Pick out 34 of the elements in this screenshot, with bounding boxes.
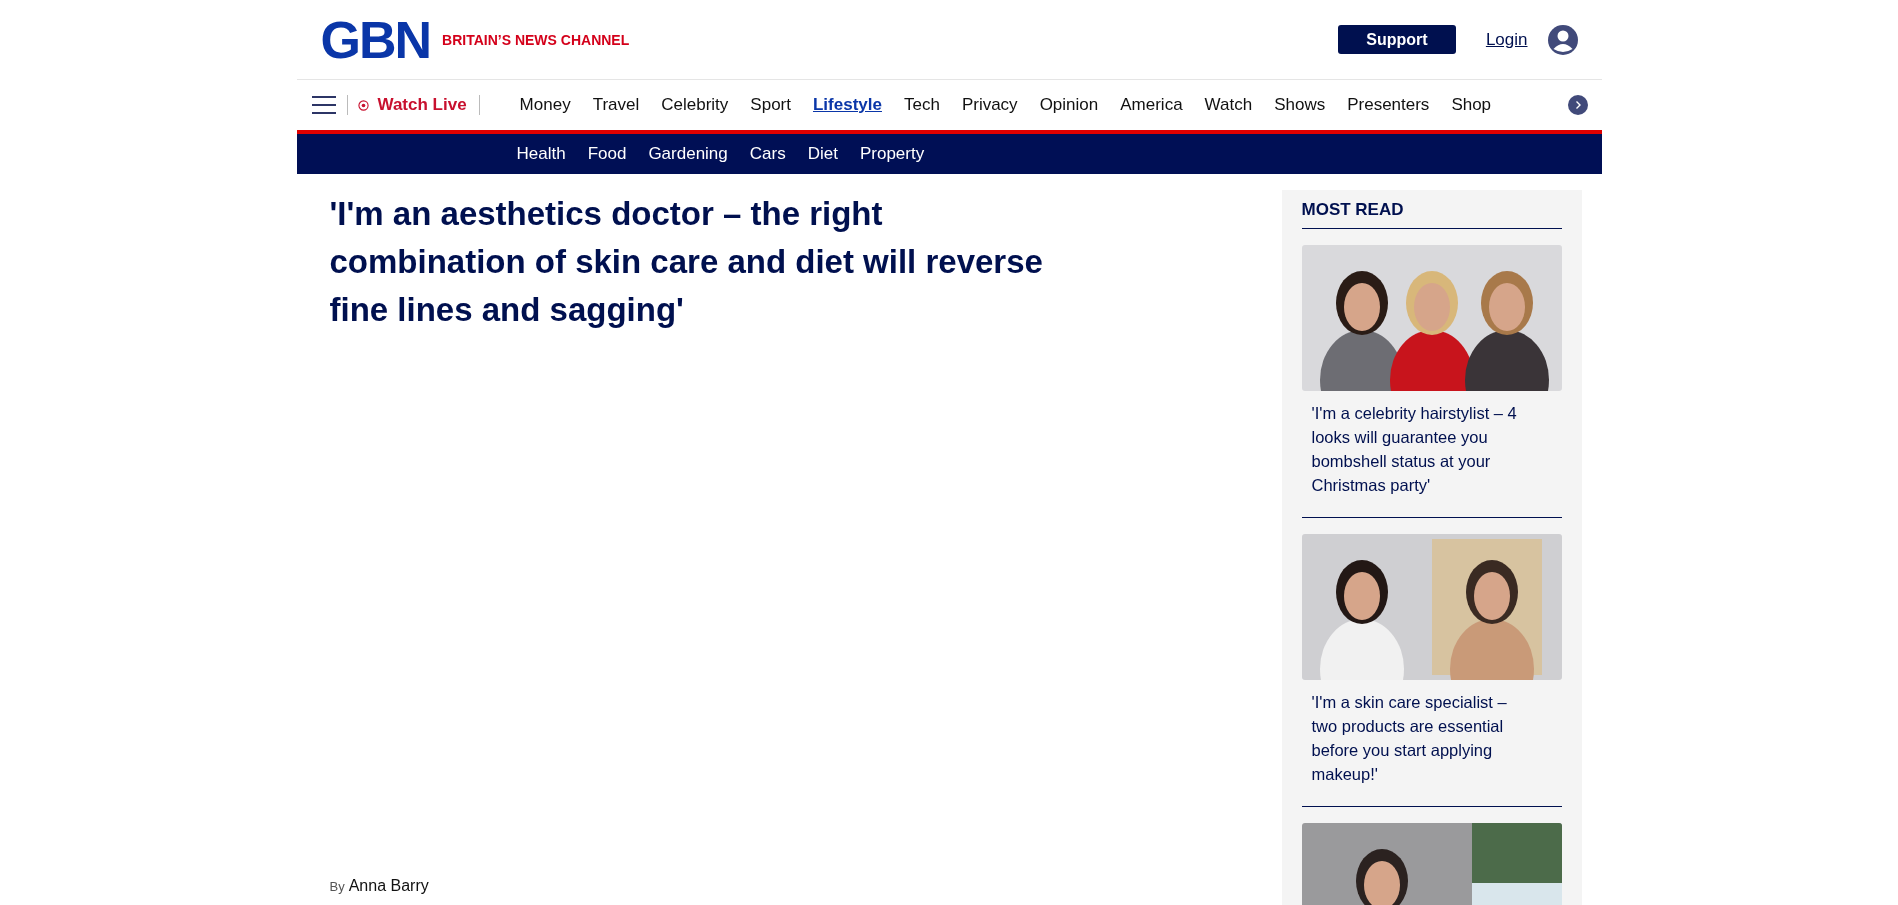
support-button[interactable]: Support	[1337, 25, 1456, 54]
nav-link[interactable]: Presenters	[1347, 95, 1430, 115]
nav-link[interactable]: Lifestyle	[813, 95, 882, 115]
nav-link[interactable]: Shows	[1274, 95, 1326, 115]
subnav-link[interactable]: Property	[859, 144, 925, 164]
nav-link[interactable]: Sport	[750, 95, 791, 115]
subnav-link[interactable]: Health	[516, 144, 566, 164]
nav-link[interactable]: Shop	[1451, 95, 1492, 115]
subnav-link[interactable]: Food	[587, 144, 627, 164]
article-link[interactable]: 'I'm a celebrity hairstylist – 4 looks will guarantee you bombshell status at your Christmas party'	[1311, 401, 1522, 497]
nav-link[interactable]: Tech	[903, 95, 940, 115]
live-icon	[357, 99, 369, 111]
login-link[interactable]: Login	[1485, 29, 1528, 50]
tagline: BRITAIN’S NEWS CHANNEL	[442, 31, 630, 48]
chevron-right-icon[interactable]	[1567, 95, 1588, 115]
subnav-link[interactable]: Diet	[807, 144, 838, 164]
nav-link[interactable]: Privacy	[961, 95, 1018, 115]
byline-prefix: By	[329, 879, 345, 894]
nav-link[interactable]: Money	[519, 95, 571, 115]
nav-link[interactable]: America	[1120, 95, 1183, 115]
nav-link[interactable]: Travel	[592, 95, 640, 115]
author-link[interactable]: Anna Barry	[348, 877, 429, 895]
subnav-link[interactable]: Cars	[749, 144, 786, 164]
most-read-heading: MOST READ	[1301, 190, 1562, 229]
user-icon[interactable]	[1547, 24, 1578, 55]
article-link[interactable]: 'I'm a skin care specialist – two products are essential before you start applying makeup!'	[1311, 690, 1522, 786]
menu-icon[interactable]	[310, 95, 337, 115]
nav-link[interactable]: Watch	[1204, 95, 1253, 115]
logo[interactable]: GBN	[320, 13, 431, 66]
subnav-link[interactable]: Gardening	[648, 144, 728, 164]
watch-live-link[interactable]: Watch Live	[347, 95, 479, 115]
nav-link[interactable]: Opinion	[1039, 95, 1099, 115]
article-headline: 'I'm an aesthetics doctor – the right combination of skin care and diet will reverse fine lines and sagging'	[329, 194, 1044, 330]
nav-link[interactable]: Celebrity	[661, 95, 729, 115]
